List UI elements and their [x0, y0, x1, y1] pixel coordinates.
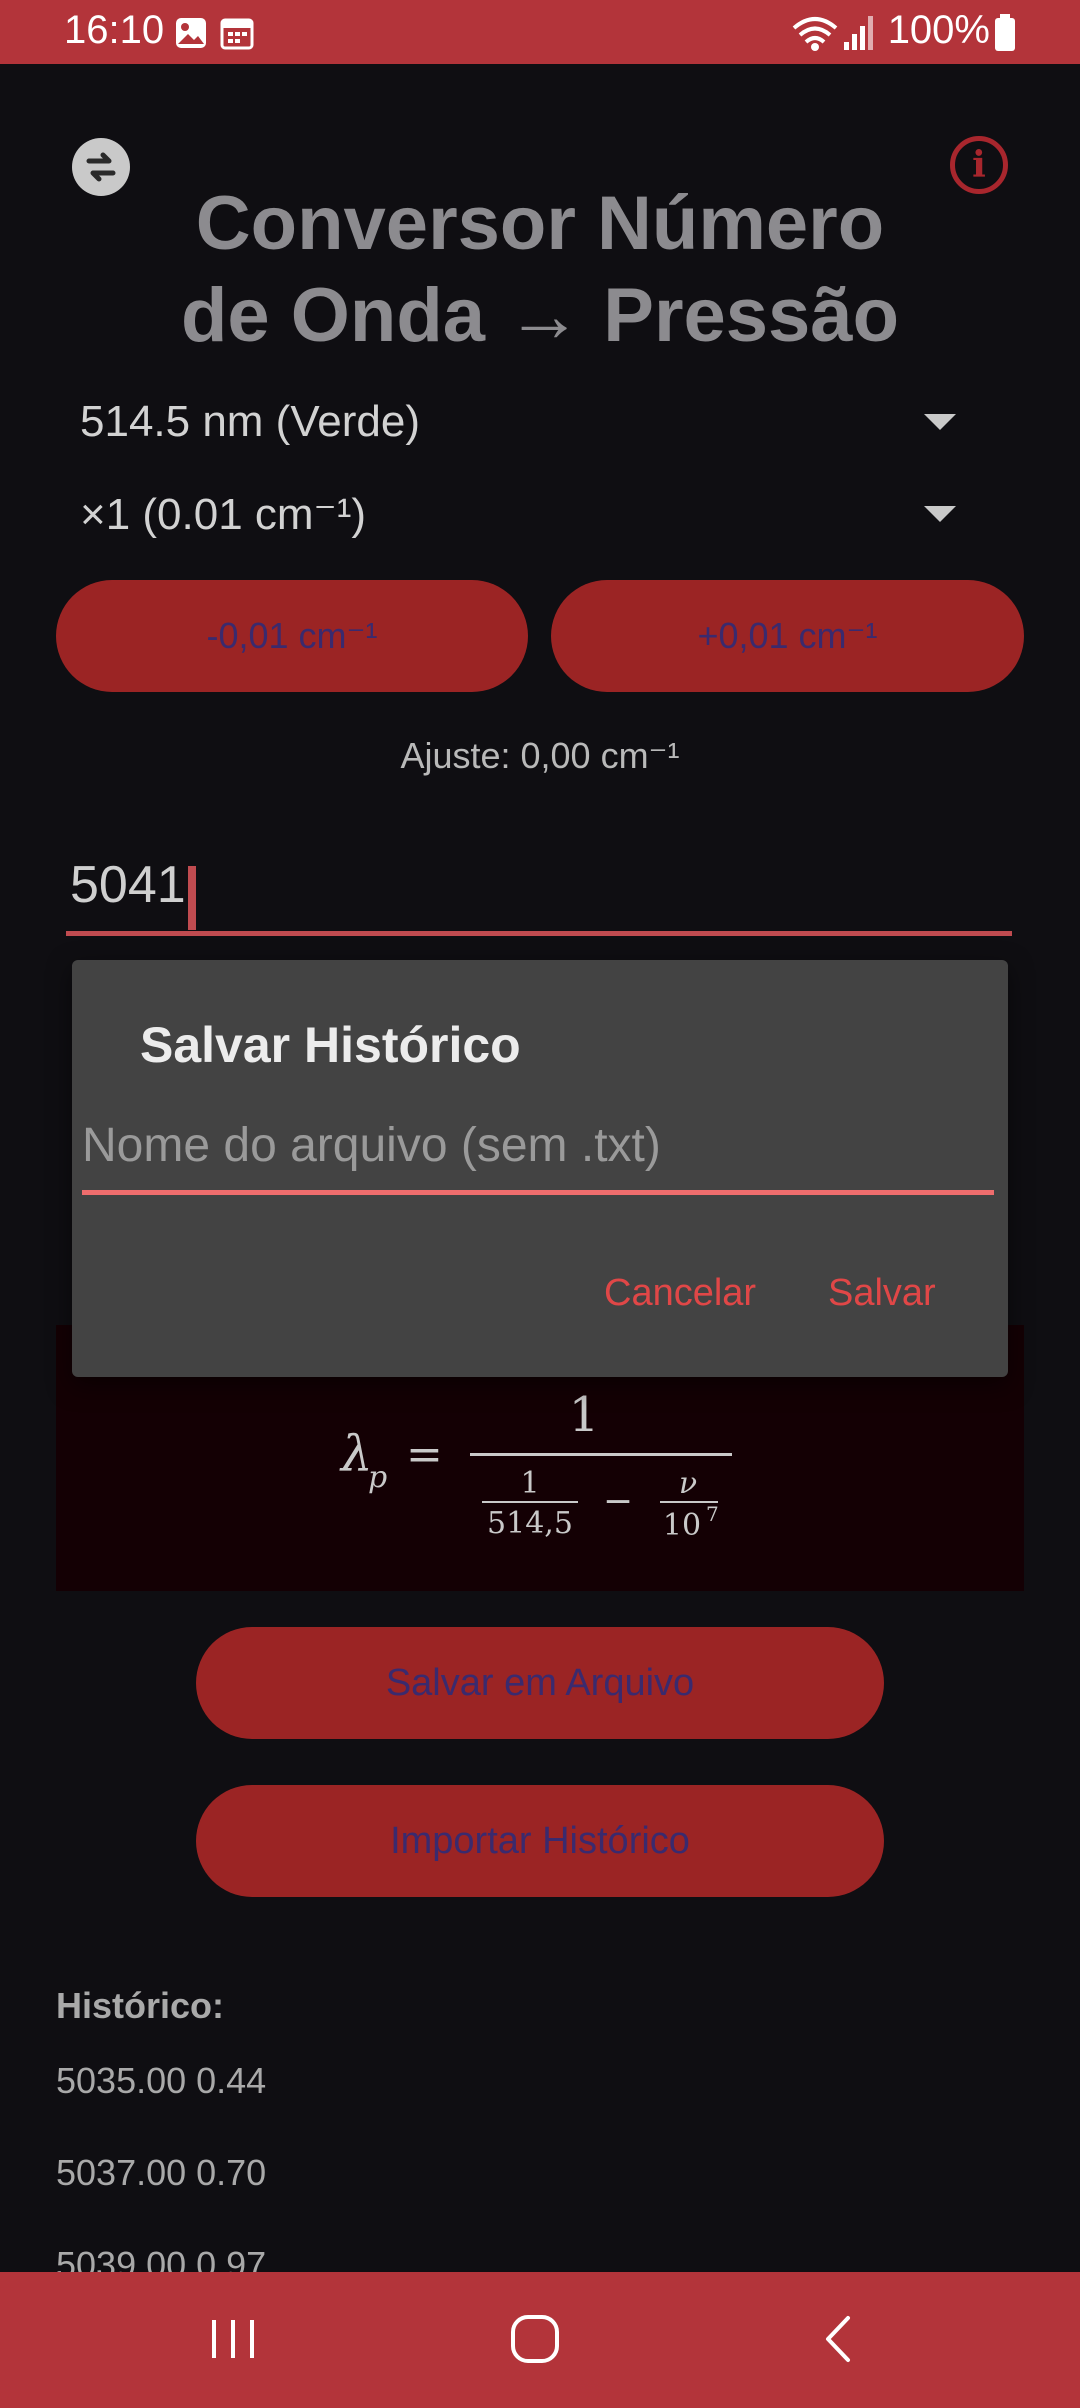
- wavenumber-value: 5041: [70, 856, 186, 914]
- info-icon: i: [972, 144, 986, 186]
- page-title: Conversor Número de Onda → Pressão: [180, 181, 900, 358]
- formula-exponent: 7: [706, 1502, 719, 1526]
- battery-text: 100%: [887, 8, 990, 52]
- list-item: 5035.00 0.44: [56, 2060, 267, 2101]
- laser-select[interactable]: 514.5 nm (Verde): [56, 384, 986, 460]
- chevron-down-icon: [924, 414, 956, 430]
- text-caret: [187, 865, 196, 930]
- formula-ten: 10: [663, 1508, 701, 1543]
- wavenumber-input[interactable]: 5041: [66, 855, 1012, 936]
- navigation-bar: [0, 2272, 1080, 2408]
- increment-button[interactable]: +0,01 cm⁻¹: [551, 580, 1024, 692]
- formula-subscript: p: [368, 1460, 387, 1495]
- list-item: 5037.00 0.70: [56, 2152, 267, 2193]
- formula-minus: −: [603, 1481, 633, 1522]
- formula-nu: ν: [679, 1466, 697, 1501]
- status-time: 16:10: [64, 8, 165, 52]
- step-select-value: ×1 (0.01 cm⁻¹): [80, 489, 367, 539]
- status-bar: 16:10 100%: [0, 0, 1080, 64]
- dialog-title: Salvar Histórico: [140, 1017, 521, 1073]
- filename-placeholder: Nome do arquivo (sem .txt): [82, 1119, 661, 1172]
- swap-icon: [86, 152, 116, 182]
- adjust-label: Ajuste: 0,00 cm⁻¹: [400, 735, 680, 776]
- history-title: Histórico:: [56, 1985, 225, 2026]
- formula-inner-denominator: 514,5: [487, 1506, 573, 1541]
- save-history-dialog: Salvar Histórico Nome do arquivo (sem .t…: [72, 960, 1008, 1377]
- save-button[interactable]: Salvar: [828, 1272, 936, 1315]
- gallery-icon: [176, 18, 206, 48]
- home-icon[interactable]: [508, 2312, 562, 2366]
- formula-numerator: 1: [569, 1387, 600, 1443]
- filename-input[interactable]: Nome do arquivo (sem .txt): [82, 1110, 994, 1195]
- cancel-button[interactable]: Cancelar: [604, 1272, 756, 1315]
- battery-icon: [995, 14, 1015, 51]
- back-icon[interactable]: [814, 2312, 868, 2366]
- formula-main-bar: [470, 1453, 732, 1456]
- step-select[interactable]: ×1 (0.01 cm⁻¹): [56, 476, 986, 552]
- calendar-icon: [220, 18, 254, 50]
- decrement-button[interactable]: -0,01 cm⁻¹: [56, 580, 528, 692]
- formula-equals: =: [406, 1429, 443, 1480]
- save-to-file-button[interactable]: Salvar em Arquivo: [196, 1627, 884, 1739]
- formula-inner-numerator: 1: [520, 1466, 539, 1501]
- laser-select-value: 514.5 nm (Verde): [80, 397, 420, 446]
- formula-inner-bar: [482, 1501, 578, 1503]
- signal-icon: [844, 16, 873, 50]
- recent-apps-icon[interactable]: [206, 2312, 260, 2366]
- wifi-icon: [792, 17, 838, 51]
- info-button[interactable]: i: [950, 136, 1008, 194]
- chevron-down-icon: [924, 506, 956, 522]
- import-history-button[interactable]: Importar Histórico: [196, 1785, 884, 1897]
- swap-direction-button[interactable]: [72, 138, 130, 196]
